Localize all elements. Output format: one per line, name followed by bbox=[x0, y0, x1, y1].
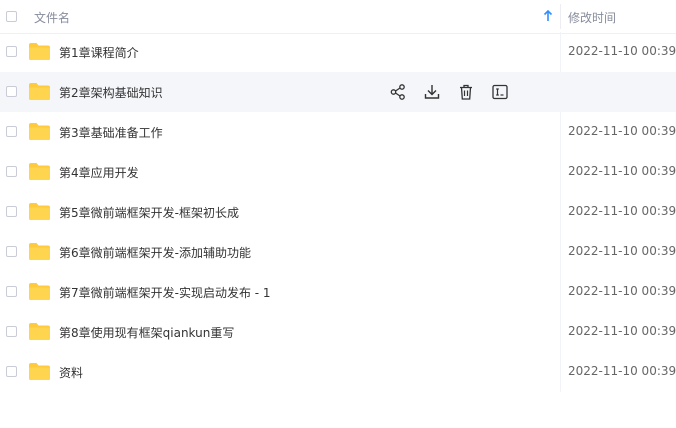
file-list: 文件名 修改时间 第1章课程简介 2022-11-10 00:39 第2章架构基… bbox=[0, 0, 676, 428]
modified-time: 2022-11-10 00:39 bbox=[568, 164, 676, 178]
arrow-up-icon[interactable] bbox=[543, 10, 553, 22]
file-row[interactable]: 第5章微前端框架开发-框架初长成 2022-11-10 00:39 bbox=[0, 192, 676, 232]
row-checkbox[interactable] bbox=[6, 46, 17, 57]
file-name[interactable]: 资料 bbox=[59, 364, 83, 381]
folder-icon bbox=[29, 83, 50, 100]
file-row[interactable]: 第6章微前端框架开发-添加辅助功能 2022-11-10 00:39 bbox=[0, 232, 676, 272]
file-name[interactable]: 第7章微前端框架开发-实现启动发布 - 1 bbox=[59, 284, 271, 301]
modified-time: 2022-11-10 00:39 bbox=[568, 204, 676, 218]
column-header-filename[interactable]: 文件名 bbox=[34, 9, 70, 26]
column-divider bbox=[560, 232, 561, 272]
download-icon[interactable] bbox=[423, 83, 441, 101]
file-name[interactable]: 第3章基础准备工作 bbox=[59, 124, 163, 141]
column-divider bbox=[560, 152, 561, 192]
folder-icon bbox=[29, 283, 50, 300]
row-checkbox[interactable] bbox=[6, 126, 17, 137]
column-divider bbox=[560, 32, 561, 72]
folder-icon bbox=[29, 43, 50, 60]
row-checkbox[interactable] bbox=[6, 86, 17, 97]
row-checkbox[interactable] bbox=[6, 326, 17, 337]
column-divider[interactable] bbox=[560, 4, 561, 29]
file-row[interactable]: 第1章课程简介 2022-11-10 00:39 bbox=[0, 32, 676, 72]
folder-icon bbox=[29, 123, 50, 140]
file-row[interactable]: 第4章应用开发 2022-11-10 00:39 bbox=[0, 152, 676, 192]
file-name[interactable]: 第6章微前端框架开发-添加辅助功能 bbox=[59, 244, 251, 261]
rename-icon[interactable] bbox=[491, 83, 509, 101]
column-divider bbox=[560, 112, 561, 152]
file-list-header: 文件名 修改时间 bbox=[0, 0, 676, 34]
file-name[interactable]: 第2章架构基础知识 bbox=[59, 84, 163, 101]
column-header-modified-time[interactable]: 修改时间 bbox=[568, 9, 616, 26]
modified-time: 2022-11-10 00:39 bbox=[568, 124, 676, 138]
modified-time: 2022-11-10 00:39 bbox=[568, 324, 676, 338]
modified-time: 2022-11-10 00:39 bbox=[568, 244, 676, 258]
select-all-checkbox[interactable] bbox=[6, 11, 17, 22]
file-name[interactable]: 第5章微前端框架开发-框架初长成 bbox=[59, 204, 239, 221]
folder-icon bbox=[29, 243, 50, 260]
folder-icon bbox=[29, 363, 50, 380]
row-checkbox[interactable] bbox=[6, 206, 17, 217]
file-row[interactable]: 第8章使用现有框架qiankun重写 2022-11-10 00:39 bbox=[0, 312, 676, 352]
column-divider bbox=[560, 312, 561, 352]
column-divider bbox=[560, 272, 561, 312]
row-checkbox[interactable] bbox=[6, 166, 17, 177]
modified-time: 2022-11-10 00:39 bbox=[568, 284, 676, 298]
folder-icon bbox=[29, 163, 50, 180]
row-checkbox[interactable] bbox=[6, 366, 17, 377]
file-row[interactable]: 资料 2022-11-10 00:39 bbox=[0, 352, 676, 392]
delete-icon[interactable] bbox=[457, 83, 475, 101]
file-row[interactable]: 第2章架构基础知识 bbox=[0, 72, 676, 112]
file-row[interactable]: 第7章微前端框架开发-实现启动发布 - 1 2022-11-10 00:39 bbox=[0, 272, 676, 312]
file-name[interactable]: 第8章使用现有框架qiankun重写 bbox=[59, 324, 234, 341]
row-checkbox[interactable] bbox=[6, 286, 17, 297]
share-icon[interactable] bbox=[389, 83, 407, 101]
column-divider bbox=[560, 192, 561, 232]
file-row[interactable]: 第3章基础准备工作 2022-11-10 00:39 bbox=[0, 112, 676, 152]
folder-icon bbox=[29, 203, 50, 220]
row-checkbox[interactable] bbox=[6, 246, 17, 257]
column-divider bbox=[560, 352, 561, 392]
folder-icon bbox=[29, 323, 50, 340]
modified-time: 2022-11-10 00:39 bbox=[568, 364, 676, 378]
file-name[interactable]: 第1章课程简介 bbox=[59, 44, 139, 61]
file-name[interactable]: 第4章应用开发 bbox=[59, 164, 139, 181]
modified-time: 2022-11-10 00:39 bbox=[568, 44, 676, 58]
